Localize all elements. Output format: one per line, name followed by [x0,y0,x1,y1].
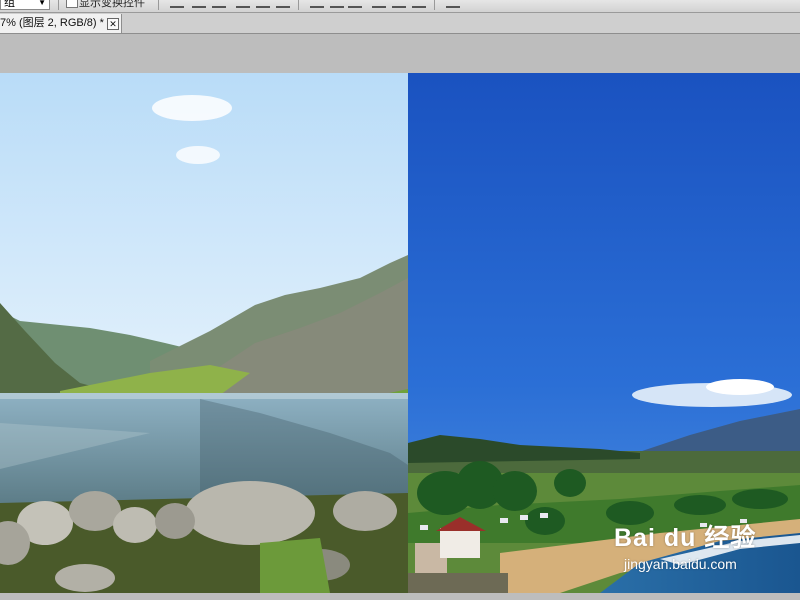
document-tab-strip: 7% (图层 2, RGB/8) * ✕ [0,13,800,34]
align-right-icon[interactable] [276,0,290,8]
distribute-right-icon[interactable] [412,0,426,8]
toolbar-divider [58,0,59,10]
distribute-hcenter-icon[interactable] [392,0,406,8]
align-left-icon[interactable] [236,0,250,8]
auto-align-icon[interactable] [446,0,460,8]
chevron-down-icon: ▼ [38,0,46,7]
close-icon[interactable]: ✕ [107,18,119,30]
document-tab[interactable]: 7% (图层 2, RGB/8) * ✕ [0,14,122,33]
align-top-icon[interactable] [170,0,184,8]
distribute-left-icon[interactable] [372,0,386,8]
align-select[interactable]: 组 ▼ [0,0,50,10]
show-transform-checkbox[interactable] [66,0,78,8]
workspace [0,34,800,600]
align-vcenter-icon[interactable] [192,0,206,8]
mountain-lake-photo [0,73,408,593]
tropical-coast-photo [408,73,800,593]
distribute-top-icon[interactable] [310,0,324,8]
document-tab-title: 7% (图层 2, RGB/8) * [0,17,104,29]
baidu-watermark: Bai du 经验 jingyan.baidu.com [614,518,784,572]
document-canvas[interactable] [0,73,800,593]
align-select-value: 组 [4,0,15,9]
toolbar-divider [158,0,159,10]
watermark-url: jingyan.baidu.com [624,556,737,572]
watermark-brand: Bai du 经验 [614,524,757,552]
align-bottom-icon[interactable] [212,0,226,8]
distribute-bottom-icon[interactable] [348,0,362,8]
options-toolbar: 组 ▼ 显示变换控件 [0,0,800,13]
toolbar-divider [434,0,435,10]
align-hcenter-icon[interactable] [256,0,270,8]
show-transform-label: 显示变换控件 [79,0,145,9]
distribute-vcenter-icon[interactable] [330,0,344,8]
toolbar-divider [298,0,299,10]
